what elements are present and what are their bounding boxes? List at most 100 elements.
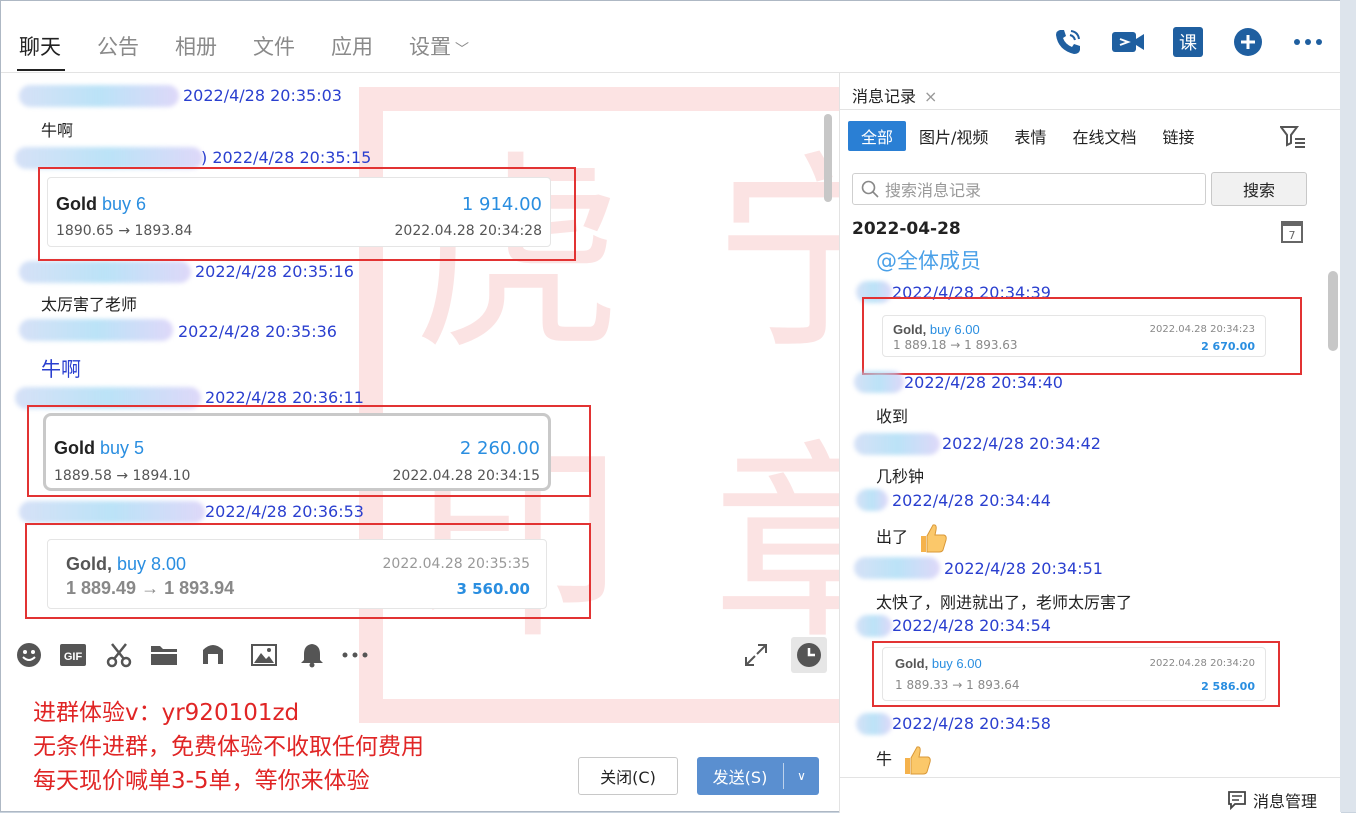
message-text-content: 出了 bbox=[876, 527, 909, 547]
tab-album[interactable]: 相册 bbox=[175, 31, 217, 71]
tab-settings[interactable]: 设置 ﹀ bbox=[409, 31, 469, 71]
message-management-label: 消息管理 bbox=[1252, 792, 1317, 811]
search-icon bbox=[861, 180, 879, 198]
more-icon[interactable] bbox=[1289, 23, 1327, 61]
history-panel: 消息记录 × 全部 图片/视频 表情 在线文档 链接 搜索消息记录 搜索 2022… bbox=[840, 73, 1341, 813]
message-timestamp: ) 2022/4/28 20:35:15 bbox=[201, 148, 372, 167]
history-search-input[interactable]: 搜索消息记录 bbox=[852, 173, 1206, 205]
tab-label: 聊天 bbox=[19, 35, 61, 59]
tab-label: 设置 bbox=[409, 35, 451, 59]
promo-line: 进群体验v：yr920101zd bbox=[33, 700, 300, 726]
svg-text:7: 7 bbox=[1289, 229, 1296, 242]
background-window-edge bbox=[1340, 0, 1356, 812]
history-filters: 全部 图片/视频 表情 在线文档 链接 bbox=[848, 121, 1207, 151]
bell-icon[interactable] bbox=[298, 641, 326, 669]
sender-name-blurred bbox=[856, 615, 892, 637]
filter-media[interactable]: 图片/视频 bbox=[906, 121, 1001, 151]
course-icon[interactable]: 课 bbox=[1169, 23, 1207, 61]
chat-scrollbar[interactable] bbox=[822, 79, 834, 624]
message-timestamp: 2022/4/28 20:34:42 bbox=[942, 434, 1101, 453]
message-timestamp: 2022/4/28 20:34:51 bbox=[944, 559, 1103, 578]
tab-label: 应用 bbox=[331, 35, 373, 59]
message-timestamp: 2022/4/28 20:36:53 bbox=[205, 502, 364, 521]
highlight-box bbox=[25, 523, 591, 619]
main-tabs: 聊天 公告 相册 文件 应用 设置 ﹀ bbox=[17, 31, 505, 71]
sender-name-blurred bbox=[15, 147, 203, 169]
plus-circle-icon[interactable] bbox=[1229, 23, 1267, 61]
course-label: 课 bbox=[1173, 27, 1203, 57]
sender-name-blurred bbox=[19, 261, 191, 283]
message-list[interactable]: 2022/4/28 20:35:03 牛啊 ) 2022/4/28 20:35:… bbox=[1, 73, 839, 625]
tab-label: 相册 bbox=[175, 35, 217, 59]
search-placeholder: 搜索消息记录 bbox=[885, 181, 982, 200]
history-tab[interactable]: 消息记录 × bbox=[852, 83, 937, 107]
top-bar: 聊天 公告 相册 文件 应用 设置 ﹀ 课 bbox=[1, 1, 1341, 73]
emoji-icon[interactable] bbox=[15, 641, 43, 669]
message-text: 太快了，刚进就出了，老师太厉害了 bbox=[876, 593, 1133, 612]
message-text: 几秒钟 bbox=[876, 467, 925, 486]
calendar-icon[interactable]: 7 bbox=[1281, 219, 1303, 247]
tab-announcement[interactable]: 公告 bbox=[97, 31, 139, 71]
send-button[interactable]: 发送(S) ∨ bbox=[697, 757, 819, 795]
message-text: 出了 bbox=[876, 521, 949, 555]
scissors-icon[interactable] bbox=[105, 641, 133, 669]
filter-links[interactable]: 链接 bbox=[1149, 121, 1207, 151]
filter-icon[interactable] bbox=[1279, 125, 1306, 153]
top-actions: 课 bbox=[1049, 23, 1327, 61]
folder-icon[interactable] bbox=[150, 641, 178, 669]
expand-icon[interactable] bbox=[742, 641, 770, 669]
tab-files[interactable]: 文件 bbox=[253, 31, 295, 71]
input-toolbar: GIF bbox=[1, 633, 839, 679]
chevron-down-icon[interactable]: ∨ bbox=[784, 769, 819, 783]
message-timestamp: 2022/4/28 20:35:03 bbox=[183, 86, 342, 105]
highlight-box bbox=[38, 167, 576, 261]
sender-name-blurred bbox=[854, 371, 904, 393]
tab-chat[interactable]: 聊天 bbox=[17, 31, 65, 71]
highlight-box bbox=[862, 297, 1302, 375]
message-text: 牛啊 bbox=[41, 121, 74, 140]
promo-line: 无条件进群，免费体验不收取任何费用 bbox=[33, 734, 424, 760]
message-timestamp: 2022/4/28 20:35:36 bbox=[178, 322, 337, 341]
history-icon[interactable] bbox=[791, 637, 827, 673]
chat-bubble-icon bbox=[1228, 791, 1246, 810]
message-timestamp: 2022/4/28 20:34:54 bbox=[892, 616, 1051, 635]
history-date: 2022-04-28 bbox=[852, 219, 961, 239]
tab-label: 公告 bbox=[97, 35, 139, 59]
gif-icon[interactable]: GIF bbox=[59, 641, 87, 669]
sender-name-blurred bbox=[854, 557, 940, 579]
chevron-down-icon: ﹀ bbox=[455, 42, 469, 58]
message-timestamp: 2022/4/28 20:34:58 bbox=[892, 714, 1051, 733]
message-text: 牛 bbox=[876, 743, 933, 777]
highlight-box bbox=[27, 405, 591, 497]
send-label: 发送(S) bbox=[712, 768, 768, 787]
image-icon[interactable] bbox=[250, 641, 278, 669]
filter-docs[interactable]: 在线文档 bbox=[1059, 121, 1149, 151]
tab-apps[interactable]: 应用 bbox=[331, 31, 373, 71]
close-icon[interactable]: × bbox=[924, 87, 937, 106]
message-timestamp: 2022/4/28 20:35:16 bbox=[195, 262, 354, 281]
history-scrollbar[interactable] bbox=[1328, 271, 1338, 351]
tab-label: 文件 bbox=[253, 35, 295, 59]
message-management-button[interactable]: 消息管理 bbox=[1227, 788, 1317, 812]
filter-all[interactable]: 全部 bbox=[848, 121, 907, 151]
filter-stickers[interactable]: 表情 bbox=[1001, 121, 1059, 151]
close-button[interactable]: 关闭(C) bbox=[578, 757, 678, 795]
sender-name-blurred bbox=[856, 489, 888, 511]
sender-name-blurred bbox=[19, 501, 205, 523]
history-tab-label: 消息记录 bbox=[852, 87, 917, 106]
sender-name-blurred bbox=[854, 433, 940, 455]
mention-all: @全体成员 bbox=[876, 249, 981, 273]
video-camera-icon[interactable] bbox=[1109, 23, 1147, 61]
scrollbar-thumb[interactable] bbox=[824, 114, 832, 202]
promo-line: 每天现价喊单3-5单，等你来体验 bbox=[33, 768, 370, 794]
search-button[interactable]: 搜索 bbox=[1211, 172, 1307, 206]
message-timestamp: 2022/4/28 20:34:40 bbox=[904, 373, 1063, 392]
sender-name-blurred bbox=[19, 319, 173, 341]
phone-icon[interactable] bbox=[1049, 23, 1087, 61]
message-text-content: 牛 bbox=[876, 749, 893, 769]
sender-name-blurred bbox=[856, 713, 892, 735]
message-timestamp: 2022/4/28 20:34:44 bbox=[892, 491, 1051, 510]
more-icon[interactable] bbox=[341, 641, 369, 669]
music-icon[interactable] bbox=[199, 641, 227, 669]
message-text: 太厉害了老师 bbox=[41, 295, 138, 314]
